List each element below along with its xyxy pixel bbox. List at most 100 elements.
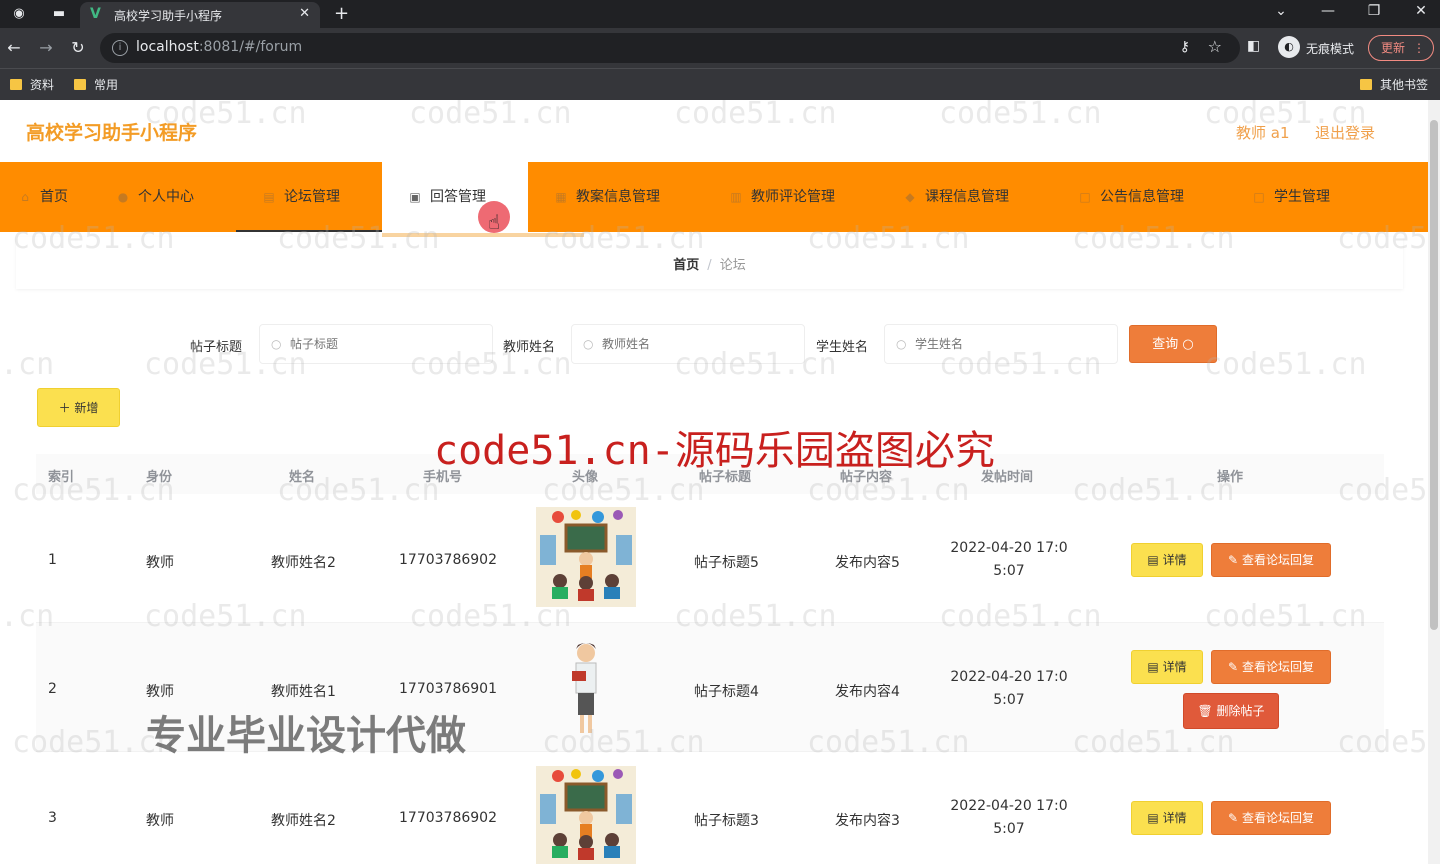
detail-label: 详情 [1162,553,1187,567]
post-time-line2: 5:07 [993,692,1025,708]
menu-item-profile[interactable]: ● 个人中心 [116,162,194,232]
post-time-line1: 2022-04-20 17:0 [950,669,1068,685]
detail-button[interactable]: ▤ 详情 [1131,801,1203,835]
folder-icon [74,79,86,90]
tab-list-icon[interactable]: ⌄ [1271,3,1291,19]
current-user: 教师 a1 [1236,124,1290,142]
home-icon: ⌂ [21,190,29,204]
view-replies-label: 查看论坛回复 [1241,660,1314,674]
notice-icon: □ [1079,190,1091,204]
page-scrollbar[interactable] [1428,100,1440,864]
menu-label: 教师评论管理 [751,189,835,205]
bookmark-star-icon[interactable]: ☆ [1208,37,1222,56]
browser-tab[interactable]: V 高校学习助手小程序 ✕ [80,2,320,28]
add-button[interactable]: ＋ 新增 [37,388,120,427]
trash-icon: 🗑 [1197,704,1213,718]
incognito-icon: ◐ [1278,36,1300,58]
post-title-label: 帖子标题 [190,340,243,355]
promo-watermark: 专业毕业设计代做 [146,713,466,759]
row-name: 教师姓名1 [271,684,336,700]
update-button[interactable]: 更新 ⋮ [1368,35,1434,61]
search-icon: ○ [896,337,907,351]
row-role: 教师 [146,684,174,700]
back-icon[interactable]: ← [4,38,24,58]
search-icon: ○ [583,337,594,351]
post-title-input[interactable] [259,324,493,364]
student-name-label: 学生姓名 [816,340,869,355]
menu-label: 论坛管理 [284,189,340,205]
folder-icon [10,79,22,90]
column-index: 索引 [48,470,75,485]
row-post-time: 2022-04-20 17:0 5:07 [944,666,1074,712]
student-name-input[interactable] [884,324,1118,364]
banner-watermark: code51.cn-源码乐园盗图必究 [434,428,995,474]
search-icon: ○ [271,337,282,351]
menu-item-lessons[interactable]: ▦ 教案信息管理 [554,162,660,232]
row-phone: 17703786901 [399,681,497,697]
app-title: 高校学习助手小程序 [26,122,198,144]
student-icon: □ [1253,190,1265,204]
view-replies-button[interactable]: ✎ 查看论坛回复 [1211,543,1331,577]
new-tab-icon[interactable]: + [334,3,349,24]
delete-post-button[interactable]: 🗑 删除帖子 [1183,693,1279,729]
app-header: 高校学习助手小程序 教师 a1 退出登录 [0,100,1428,162]
reload-icon[interactable]: ↻ [68,38,88,58]
menu-item-courses[interactable]: ◆ 课程信息管理 [903,162,1009,232]
teacher-name-input[interactable] [571,324,805,364]
menu-item-comments[interactable]: ▥ 教师评论管理 [729,162,835,232]
edit-icon: ✎ [1228,811,1239,825]
menu-item-home[interactable]: ⌂ 首页 [18,162,68,232]
document-icon: ▤ [1147,660,1159,674]
app-page: 高校学习助手小程序 教师 a1 退出登录 ⌂ 首页 ● 个人中心 ▤ 论坛管理 ▣ 回答… [0,100,1440,864]
address-bar[interactable]: i localhost:8081/#/forum ⚷ ☆ [100,33,1240,63]
classroom-avatar-image [536,507,636,607]
hand-cursor-icon: ☝ [488,210,501,234]
menu-item-students[interactable]: □ 学生管理 [1252,162,1330,232]
row-post-content: 发布内容4 [835,684,900,700]
bookmark-folder-changyong[interactable]: 常用 [74,76,118,94]
detail-button[interactable]: ▤ 详情 [1131,650,1203,684]
vue-logo-icon: V [90,6,101,22]
window-close-icon[interactable]: ✕ [1411,3,1431,19]
sidebar-icon[interactable]: ◧ [1247,38,1260,54]
row-post-time: 2022-04-20 17:0 5:07 [944,795,1074,841]
tab-close-icon[interactable]: ✕ [299,6,310,21]
restore-icon[interactable]: ❐ [1364,3,1384,19]
site-info-icon[interactable]: i [112,40,128,56]
incognito-label: 无痕模式 [1306,42,1355,56]
breadcrumb-separator: / [707,258,712,273]
row-post-title: 帖子标题3 [694,813,759,829]
menu-label: 公告信息管理 [1100,189,1184,205]
view-replies-button[interactable]: ✎ 查看论坛回复 [1211,650,1331,684]
detail-button[interactable]: ▤ 详情 [1131,543,1203,577]
minimize-icon[interactable]: — [1318,3,1338,19]
menu-item-notices[interactable]: □ 公告信息管理 [1078,162,1184,232]
row-post-title: 帖子标题5 [694,555,759,571]
breadcrumb-current: 论坛 [719,258,746,273]
post-time-line2: 5:07 [993,563,1025,579]
bookmark-label: 资料 [30,78,55,92]
add-label: 新增 [74,401,99,415]
view-replies-button[interactable]: ✎ 查看论坛回复 [1211,801,1331,835]
scrollbar-thumb[interactable] [1430,120,1438,630]
bookmark-folder-ziliao[interactable]: 资料 [10,76,54,94]
delete-post-label: 删除帖子 [1216,704,1265,718]
row-name: 教师姓名2 [271,555,336,571]
bookmark-label: 常用 [94,78,119,92]
browser-toolbar: ← → ↻ i localhost:8081/#/forum ⚷ ☆ ◧ ◐ 无… [0,28,1440,68]
forward-icon[interactable]: → [36,38,56,58]
row-post-content: 发布内容3 [835,813,900,829]
password-key-icon[interactable]: ⚷ [1180,39,1190,55]
menu-item-forum[interactable]: ▤ 论坛管理 [236,162,382,232]
logout-link[interactable]: 退出登录 [1315,122,1375,143]
tab-search-icon[interactable]: ▬ [50,5,68,23]
other-bookmarks[interactable]: 其他书签 [1360,76,1428,94]
detail-label: 详情 [1162,811,1187,825]
row-phone: 17703786902 [399,810,497,826]
browser-menu-icon[interactable]: ◉ [10,5,28,23]
document-icon: ▤ [1147,811,1159,825]
query-button[interactable]: 查询 ○ [1129,325,1217,363]
breadcrumb: 首页 / 论坛 [16,237,1403,289]
breadcrumb-home[interactable]: 首页 [673,258,699,273]
query-label: 查询 [1152,337,1179,352]
